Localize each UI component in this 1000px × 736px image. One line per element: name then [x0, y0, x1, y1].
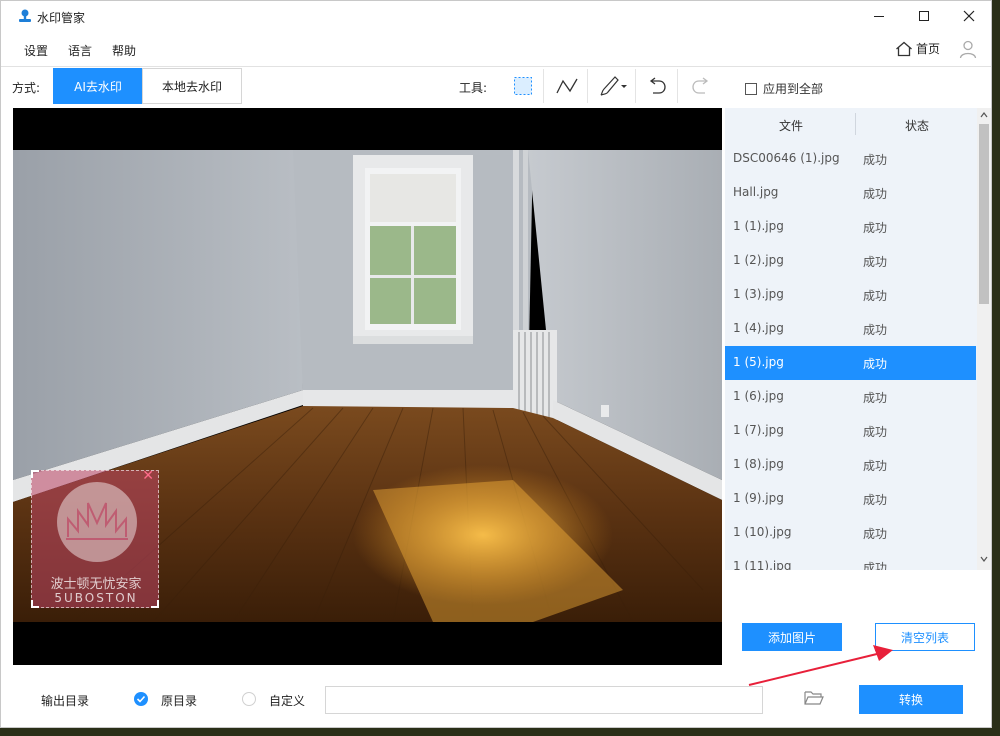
file-status: 成功	[863, 357, 888, 371]
redo-icon	[692, 77, 709, 94]
file-name: 1 (5).jpg	[733, 355, 784, 369]
polyline-icon	[555, 78, 578, 94]
file-name: 1 (6).jpg	[733, 389, 784, 403]
mode-label: 方式:	[12, 81, 41, 95]
file-row[interactable]: 1 (1).jpg 成功	[725, 210, 976, 244]
file-status: 成功	[863, 527, 888, 541]
brush-tool[interactable]	[590, 69, 636, 103]
mode-ai-button[interactable]: AI去水印	[53, 68, 143, 104]
window-title: 水印管家	[37, 11, 86, 25]
minimize-button[interactable]	[856, 1, 902, 31]
watermark-selection[interactable]: ✕ 波士顿无忧安家 5UBOSTON	[31, 468, 159, 608]
file-status: 成功	[863, 493, 888, 507]
app-window: 水印管家 设置 语言 帮助 首页 方式: AI去水印 本地去水印 工具: 应用到…	[0, 0, 992, 728]
file-name: 1 (4).jpg	[733, 321, 784, 335]
file-row[interactable]: 1 (3).jpg 成功	[725, 278, 976, 312]
file-row[interactable]: 1 (11).jpg 成功	[725, 550, 976, 570]
file-status: 成功	[863, 221, 888, 235]
file-status: 成功	[863, 153, 888, 167]
menu-language[interactable]: 语言	[68, 42, 92, 59]
apply-all-checkbox[interactable]	[745, 82, 757, 95]
file-status: 成功	[863, 255, 888, 269]
file-name: Hall.jpg	[733, 185, 779, 199]
scroll-up-icon[interactable]	[980, 111, 988, 119]
polyline-tool[interactable]	[546, 69, 588, 103]
rect-select-tool[interactable]	[502, 69, 544, 103]
title-bar: 水印管家	[1, 1, 991, 31]
file-name: 1 (2).jpg	[733, 253, 784, 267]
file-list: 文件 状态 DSC00646 (1).jpg 成功 Hall.jpg 成功 1 (1).…	[725, 108, 991, 570]
folder-icon[interactable]	[804, 690, 824, 709]
file-status: 成功	[863, 289, 888, 303]
convert-button[interactable]: 转换	[859, 685, 963, 714]
file-name: 1 (1).jpg	[733, 219, 784, 233]
file-row[interactable]: 1 (4).jpg 成功	[725, 312, 976, 346]
file-status: 成功	[863, 425, 888, 439]
file-list-header: 文件 状态	[725, 108, 977, 142]
apply-all-option[interactable]: 应用到全部	[745, 80, 823, 97]
mode-local-button[interactable]: 本地去水印	[142, 68, 242, 104]
file-row[interactable]: 1 (8).jpg 成功	[725, 448, 976, 482]
menu-bar: 设置 语言 帮助 首页	[1, 33, 991, 67]
menu-settings[interactable]: 设置	[24, 42, 48, 59]
column-divider[interactable]	[855, 113, 856, 135]
file-list-scrollbar[interactable]	[977, 108, 991, 570]
add-image-button[interactable]: 添加图片	[742, 623, 842, 651]
user-icon[interactable]	[958, 39, 978, 62]
close-button[interactable]	[946, 1, 992, 31]
undo-icon	[649, 77, 666, 94]
file-name: 1 (10).jpg	[733, 525, 792, 539]
watermark-text-cn: 波士顿无忧安家	[50, 577, 142, 592]
tools-label: 工具:	[459, 81, 488, 95]
radio-custom-dir[interactable]	[242, 692, 256, 706]
file-row[interactable]: 1 (6).jpg 成功	[725, 380, 976, 414]
watermark-text-en: 5UBOSTON	[54, 591, 138, 605]
app-logo-icon	[17, 8, 33, 24]
file-name: DSC00646 (1).jpg	[733, 151, 840, 165]
scroll-down-icon[interactable]	[980, 555, 988, 563]
rect-select-icon	[513, 77, 532, 95]
brush-icon	[600, 76, 627, 96]
home-label: 首页	[916, 42, 941, 56]
redo-tool[interactable]	[680, 69, 722, 103]
remove-selection-icon[interactable]: ✕	[142, 468, 154, 484]
file-row[interactable]: 1 (9).jpg 成功	[725, 482, 976, 516]
file-name: 1 (11).jpg	[733, 559, 792, 570]
column-file[interactable]: 文件	[779, 117, 803, 134]
column-status[interactable]: 状态	[905, 117, 929, 134]
output-dir-label: 输出目录	[41, 694, 90, 708]
watermark-logo-icon	[57, 482, 137, 562]
output-path-input[interactable]	[325, 686, 763, 714]
file-row[interactable]: DSC00646 (1).jpg 成功	[725, 142, 976, 176]
file-row[interactable]: 1 (2).jpg 成功	[725, 244, 976, 278]
file-row[interactable]: 1 (5).jpg 成功	[725, 346, 976, 380]
file-name: 1 (7).jpg	[733, 423, 784, 437]
file-row[interactable]: Hall.jpg 成功	[725, 176, 976, 210]
file-row[interactable]: 1 (7).jpg 成功	[725, 414, 976, 448]
radio-original-dir[interactable]	[134, 692, 148, 706]
file-status: 成功	[863, 323, 888, 337]
home-link[interactable]: 首页	[895, 40, 940, 57]
home-icon	[896, 41, 912, 56]
clear-list-button[interactable]: 清空列表	[875, 623, 975, 651]
maximize-button[interactable]	[901, 1, 947, 31]
file-name: 1 (8).jpg	[733, 457, 784, 471]
file-status: 成功	[863, 561, 888, 570]
original-dir-label[interactable]: 原目录	[161, 692, 197, 709]
file-status: 成功	[863, 391, 888, 405]
menu-help[interactable]: 帮助	[112, 42, 136, 59]
file-name: 1 (3).jpg	[733, 287, 784, 301]
toolbar: 方式: AI去水印 本地去水印 工具: 应用到全部	[1, 67, 991, 107]
image-preview[interactable]: ✕ 波士顿无忧安家 5UBOSTON	[13, 108, 722, 665]
file-status: 成功	[863, 187, 888, 201]
file-row[interactable]: 1 (10).jpg 成功	[725, 516, 976, 550]
scroll-thumb[interactable]	[979, 124, 989, 304]
apply-all-label: 应用到全部	[763, 82, 824, 96]
output-bar: 输出目录 原目录 自定义 转换	[1, 671, 991, 727]
undo-tool[interactable]	[636, 69, 678, 103]
file-name: 1 (9).jpg	[733, 491, 784, 505]
selection-handle[interactable]	[31, 470, 39, 478]
file-status: 成功	[863, 459, 888, 473]
custom-dir-label[interactable]: 自定义	[269, 692, 305, 709]
